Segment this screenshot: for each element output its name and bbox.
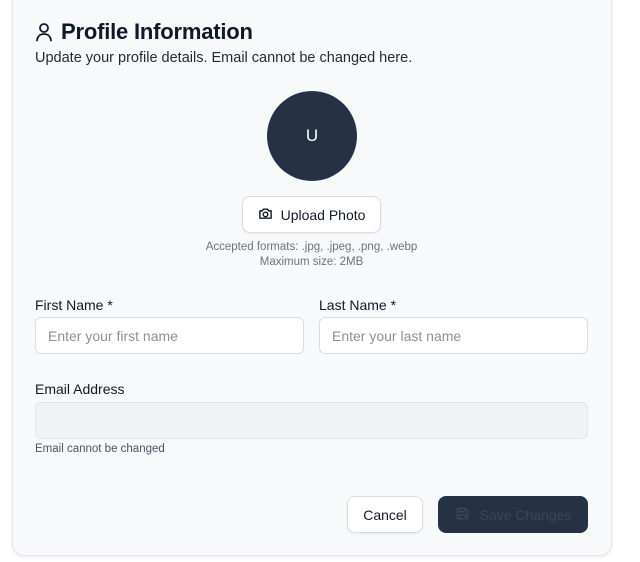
email-note: Email cannot be changed [35, 443, 165, 455]
profile-card [12, 0, 612, 556]
card-header: Profile Information [35, 19, 253, 45]
page-subtitle: Update your profile details. Email canno… [35, 50, 413, 66]
first-name-label: First Name * [35, 297, 113, 313]
upload-photo-label: Upload Photo [280, 206, 366, 223]
first-name-input[interactable] [35, 317, 304, 354]
page-title: Profile Information [61, 19, 253, 44]
upload-photo-button[interactable]: Upload Photo [242, 196, 381, 233]
email-input [35, 402, 588, 439]
user-icon [35, 22, 53, 42]
save-changes-button[interactable]: Save Changes [438, 496, 588, 533]
last-name-input[interactable] [319, 317, 588, 354]
last-name-label: Last Name * [319, 297, 397, 313]
max-size-hint: Maximum size: 2MB [259, 256, 364, 268]
camera-icon [258, 206, 273, 224]
avatar-initial: U [305, 126, 319, 145]
save-changes-label: Save Changes [479, 506, 572, 523]
accepted-formats-hint: Accepted formats: .jpg, .jpeg, .png, .we… [205, 241, 418, 253]
cancel-button[interactable]: Cancel [347, 496, 423, 533]
avatar: U [267, 91, 357, 181]
save-icon [455, 506, 470, 524]
email-label: Email Address [35, 381, 125, 397]
